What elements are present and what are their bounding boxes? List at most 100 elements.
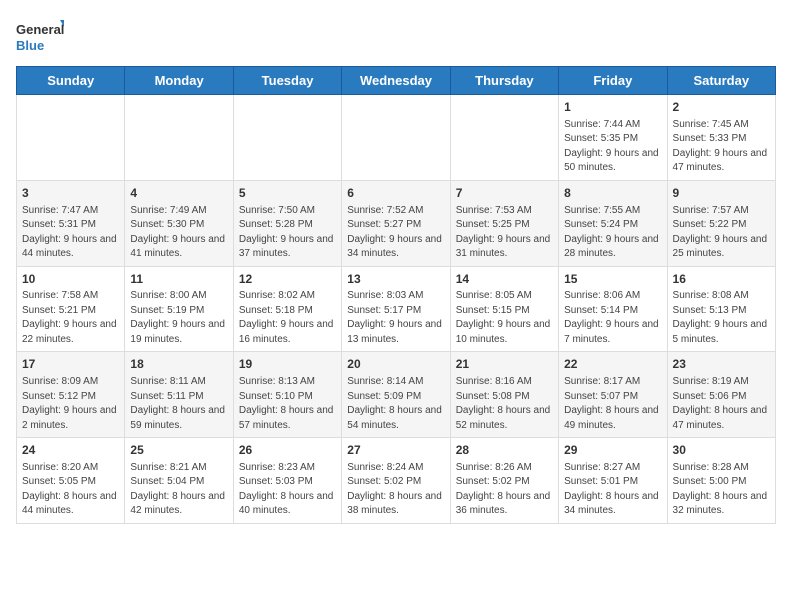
day-number: 21 (456, 356, 553, 373)
day-number: 8 (564, 185, 661, 202)
day-info: Sunrise: 7:47 AM Sunset: 5:31 PM Dayligh… (22, 204, 119, 262)
day-info: Sunrise: 8:02 AM Sunset: 5:18 PM Dayligh… (239, 289, 336, 347)
day-number: 18 (130, 356, 227, 373)
calendar-cell: 15Sunrise: 8:06 AM Sunset: 5:14 PM Dayli… (559, 266, 667, 352)
calendar-cell (125, 95, 233, 181)
header: General Blue (16, 16, 776, 56)
day-number: 6 (347, 185, 444, 202)
calendar-cell: 10Sunrise: 7:58 AM Sunset: 5:21 PM Dayli… (17, 266, 125, 352)
day-info: Sunrise: 7:58 AM Sunset: 5:21 PM Dayligh… (22, 289, 119, 347)
day-info: Sunrise: 8:06 AM Sunset: 5:14 PM Dayligh… (564, 289, 661, 347)
calendar-cell: 22 Sunrise: 8:17 AM Sunset: 5:07 PM Dayli… (559, 352, 667, 438)
calendar-cell: 1 Sunrise: 7:44 AM Sunset: 5:35 PM Daylig… (559, 95, 667, 181)
calendar-cell: 5 Sunrise: 7:50 AM Sunset: 5:28 PM Daylig… (233, 180, 341, 266)
day-number: 3 (22, 185, 119, 202)
calendar-cell: 16Sunrise: 8:08 AM Sunset: 5:13 PM Dayli… (667, 266, 775, 352)
day-number: 1 (564, 99, 661, 116)
calendar-cell: 18 Sunrise: 8:11 AM Sunset: 5:11 PM Dayli… (125, 352, 233, 438)
day-number: 10 (22, 271, 119, 288)
calendar-cell (450, 95, 558, 181)
calendar-cell: 4 Sunrise: 7:49 AM Sunset: 5:30 PM Daylig… (125, 180, 233, 266)
day-number: 15 (564, 271, 661, 288)
calendar-cell (17, 95, 125, 181)
day-number: 7 (456, 185, 553, 202)
calendar-cell: 25 Sunrise: 8:21 AM Sunset: 5:04 PM Dayli… (125, 438, 233, 524)
day-number: 9 (673, 185, 770, 202)
day-info: Sunrise: 7:52 AM Sunset: 5:27 PM Dayligh… (347, 204, 444, 262)
logo-svg: General Blue (16, 16, 64, 56)
day-info: Sunrise: 7:55 AM Sunset: 5:24 PM Dayligh… (564, 204, 661, 262)
calendar-table: SundayMondayTuesdayWednesdayThursdayFrid… (16, 66, 776, 524)
day-number: 11 (130, 271, 227, 288)
day-info: Sunrise: 8:13 AM Sunset: 5:10 PM Dayligh… (239, 375, 336, 433)
calendar-cell: 26 Sunrise: 8:23 AM Sunset: 5:03 PM Dayli… (233, 438, 341, 524)
day-number: 5 (239, 185, 336, 202)
calendar-cell: 27 Sunrise: 8:24 AM Sunset: 5:02 PM Dayli… (342, 438, 450, 524)
logo: General Blue (16, 16, 64, 56)
day-info: Sunrise: 8:19 AM Sunset: 5:06 PM Dayligh… (673, 375, 770, 433)
day-number: 13 (347, 271, 444, 288)
day-info: Sunrise: 8:17 AM Sunset: 5:07 PM Dayligh… (564, 375, 661, 433)
day-number: 22 (564, 356, 661, 373)
day-info: Sunrise: 8:05 AM Sunset: 5:15 PM Dayligh… (456, 289, 553, 347)
day-info: Sunrise: 8:11 AM Sunset: 5:11 PM Dayligh… (130, 375, 227, 433)
weekday-header-monday: Monday (125, 67, 233, 95)
day-number: 28 (456, 442, 553, 459)
calendar-cell: 11Sunrise: 8:00 AM Sunset: 5:19 PM Dayli… (125, 266, 233, 352)
day-info: Sunrise: 8:21 AM Sunset: 5:04 PM Dayligh… (130, 461, 227, 519)
day-number: 23 (673, 356, 770, 373)
day-info: Sunrise: 7:45 AM Sunset: 5:33 PM Dayligh… (673, 118, 770, 176)
calendar-cell: 2Sunrise: 7:45 AM Sunset: 5:33 PM Daylig… (667, 95, 775, 181)
day-info: Sunrise: 8:16 AM Sunset: 5:08 PM Dayligh… (456, 375, 553, 433)
calendar-cell: 30 Sunrise: 8:28 AM Sunset: 5:00 PM Dayli… (667, 438, 775, 524)
day-info: Sunrise: 8:14 AM Sunset: 5:09 PM Dayligh… (347, 375, 444, 433)
calendar-cell: 7 Sunrise: 7:53 AM Sunset: 5:25 PM Daylig… (450, 180, 558, 266)
calendar-cell: 3 Sunrise: 7:47 AM Sunset: 5:31 PM Daylig… (17, 180, 125, 266)
day-info: Sunrise: 8:24 AM Sunset: 5:02 PM Dayligh… (347, 461, 444, 519)
weekday-header-wednesday: Wednesday (342, 67, 450, 95)
calendar-cell: 29Sunrise: 8:27 AM Sunset: 5:01 PM Dayli… (559, 438, 667, 524)
calendar-cell: 14Sunrise: 8:05 AM Sunset: 5:15 PM Dayli… (450, 266, 558, 352)
day-number: 20 (347, 356, 444, 373)
weekday-header-friday: Friday (559, 67, 667, 95)
day-number: 27 (347, 442, 444, 459)
calendar-week-5: 24 Sunrise: 8:20 AM Sunset: 5:05 PM Dayli… (17, 438, 776, 524)
day-number: 25 (130, 442, 227, 459)
svg-text:General: General (16, 22, 64, 37)
day-number: 17 (22, 356, 119, 373)
calendar-week-4: 17 Sunrise: 8:09 AM Sunset: 5:12 PM Dayli… (17, 352, 776, 438)
day-info: Sunrise: 8:28 AM Sunset: 5:00 PM Dayligh… (673, 461, 770, 519)
weekday-header-row: SundayMondayTuesdayWednesdayThursdayFrid… (17, 67, 776, 95)
calendar-cell (342, 95, 450, 181)
calendar-week-1: 1 Sunrise: 7:44 AM Sunset: 5:35 PM Daylig… (17, 95, 776, 181)
calendar-cell: 21 Sunrise: 8:16 AM Sunset: 5:08 PM Dayli… (450, 352, 558, 438)
calendar-cell: 19 Sunrise: 8:13 AM Sunset: 5:10 PM Dayli… (233, 352, 341, 438)
day-info: Sunrise: 7:53 AM Sunset: 5:25 PM Dayligh… (456, 204, 553, 262)
day-info: Sunrise: 8:23 AM Sunset: 5:03 PM Dayligh… (239, 461, 336, 519)
day-info: Sunrise: 8:20 AM Sunset: 5:05 PM Dayligh… (22, 461, 119, 519)
calendar-cell: 20 Sunrise: 8:14 AM Sunset: 5:09 PM Dayli… (342, 352, 450, 438)
day-number: 24 (22, 442, 119, 459)
day-info: Sunrise: 7:57 AM Sunset: 5:22 PM Dayligh… (673, 204, 770, 262)
day-info: Sunrise: 7:50 AM Sunset: 5:28 PM Dayligh… (239, 204, 336, 262)
day-info: Sunrise: 8:08 AM Sunset: 5:13 PM Dayligh… (673, 289, 770, 347)
calendar-week-2: 3 Sunrise: 7:47 AM Sunset: 5:31 PM Daylig… (17, 180, 776, 266)
day-info: Sunrise: 7:44 AM Sunset: 5:35 PM Dayligh… (564, 118, 661, 176)
day-info: Sunrise: 8:26 AM Sunset: 5:02 PM Dayligh… (456, 461, 553, 519)
day-number: 12 (239, 271, 336, 288)
calendar-cell (233, 95, 341, 181)
day-info: Sunrise: 7:49 AM Sunset: 5:30 PM Dayligh… (130, 204, 227, 262)
calendar-cell: 23 Sunrise: 8:19 AM Sunset: 5:06 PM Dayli… (667, 352, 775, 438)
day-info: Sunrise: 8:09 AM Sunset: 5:12 PM Dayligh… (22, 375, 119, 433)
calendar-cell: 17 Sunrise: 8:09 AM Sunset: 5:12 PM Dayli… (17, 352, 125, 438)
calendar-cell: 9 Sunrise: 7:57 AM Sunset: 5:22 PM Daylig… (667, 180, 775, 266)
weekday-header-tuesday: Tuesday (233, 67, 341, 95)
day-number: 30 (673, 442, 770, 459)
day-info: Sunrise: 8:27 AM Sunset: 5:01 PM Dayligh… (564, 461, 661, 519)
day-number: 16 (673, 271, 770, 288)
day-info: Sunrise: 8:03 AM Sunset: 5:17 PM Dayligh… (347, 289, 444, 347)
day-number: 26 (239, 442, 336, 459)
svg-text:Blue: Blue (16, 38, 44, 53)
day-number: 19 (239, 356, 336, 373)
day-number: 4 (130, 185, 227, 202)
